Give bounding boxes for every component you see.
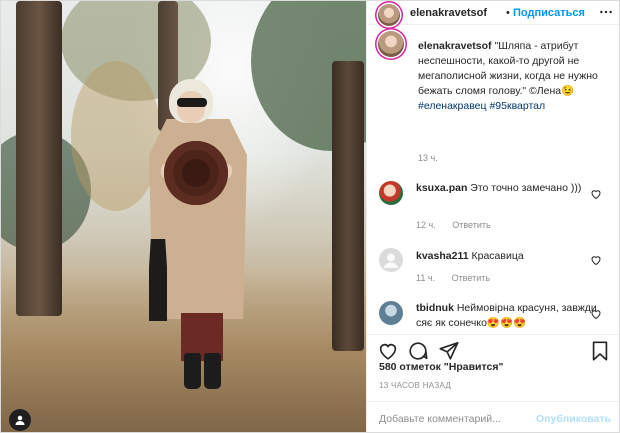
tree-trunk [16,1,62,316]
caption-avatar[interactable] [378,31,404,57]
comment-text: Красавица [471,250,524,262]
hashtag[interactable]: #еленакравец [418,100,487,112]
reply-button[interactable]: Ответить [452,273,490,283]
heart-icon[interactable] [590,307,602,320]
more-icon[interactable] [598,4,614,20]
comment-username[interactable]: ksuxa.pan [416,182,467,194]
comment-username[interactable]: tbidnuk [416,302,454,314]
follow-button[interactable]: Подписаться [513,7,585,19]
face [177,91,205,123]
separator-dot: • [506,7,510,19]
comment: ksuxa.pan Это точно замечано ))) [416,181,601,196]
comment-avatar[interactable] [379,181,403,205]
comment-time[interactable]: 12 ч. [416,220,436,230]
avatar[interactable] [378,4,400,26]
comment-icon[interactable] [407,340,429,362]
boot [204,353,221,389]
tree-trunk [332,61,364,351]
foliage [71,61,161,211]
publish-button[interactable]: Опубликовать [536,413,611,425]
comment-avatar[interactable] [379,301,403,325]
hashtag[interactable]: #95квартал [489,100,545,112]
comment-avatar[interactable] [379,248,403,272]
comment: tbidnuk Неймовірна красуня, завжди сяє я… [416,301,601,331]
posted-time[interactable]: 13 ЧАСОВ НАЗАД [379,381,451,390]
instagram-post: elenakravetsof • Подписаться elenakravet… [0,0,620,433]
heart-icon[interactable] [590,187,602,200]
post-side-panel: elenakravetsof • Подписаться elenakravet… [366,1,619,432]
person-icon[interactable] [9,409,31,431]
action-bar [367,334,619,362]
caption-time[interactable]: 13 ч. [418,153,438,163]
hat-crown [182,159,210,187]
comment-username[interactable]: kvasha211 [416,250,469,262]
comment: kvasha211 Красавица [416,249,601,264]
likes-count[interactable]: 580 отметок "Нравится" [379,361,503,373]
header-username[interactable]: elenakravetsof [410,7,487,19]
comment-meta: 12 ч. Ответить [416,220,505,230]
caption: elenakravetsof "Шляпа - атрибут неспешно… [418,39,614,114]
comment-input[interactable] [379,410,529,428]
comment-text: Это точно замечано ))) [470,182,582,194]
comment-composer: Опубликовать [367,401,619,432]
share-icon[interactable] [438,340,460,362]
heart-icon[interactable] [590,253,602,266]
boot [184,353,201,389]
post-photo[interactable] [1,1,366,432]
sunglasses [177,98,207,107]
fringe-bag [149,239,167,321]
heart-icon[interactable] [377,340,399,362]
comment-time[interactable]: 11 ч. [416,273,435,283]
reply-button[interactable]: Ответить [452,220,490,230]
post-header: elenakravetsof • Подписаться [367,1,619,26]
caption-username[interactable]: elenakravetsof [418,40,492,52]
comment-meta: 11 ч. Ответить [416,273,504,283]
bookmark-icon[interactable] [589,340,611,362]
